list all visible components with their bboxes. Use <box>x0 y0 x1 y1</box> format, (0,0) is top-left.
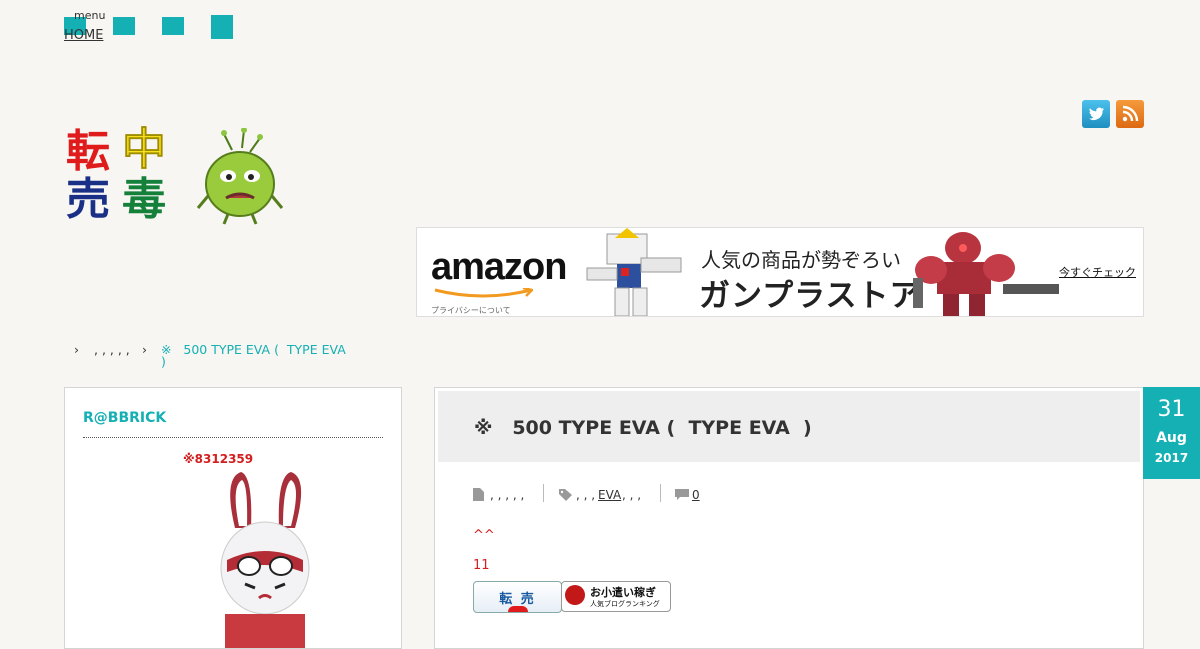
ad-privacy-link[interactable]: プライバシーについて <box>431 305 511 316</box>
date-day: 31 <box>1157 397 1186 422</box>
date-month: Aug <box>1156 430 1187 446</box>
nav-tab-3[interactable] <box>162 17 184 35</box>
gundam-figure-image <box>586 228 682 316</box>
meta-divider <box>543 484 544 502</box>
logo-char-4: 毒 <box>122 174 166 225</box>
meta-divider <box>660 484 661 502</box>
ranking-banner-subtitle: 人気ブログランキング <box>590 600 660 608</box>
amazon-ad-banner[interactable]: amazon プライバシーについて 人気の商品が勢ぞろい ガンプラストア 今すぐ… <box>416 227 1144 317</box>
post-header: ※ 500 TYPE EVA ( TYPE EVA ) <box>438 391 1140 462</box>
ranking-logo-icon <box>565 585 585 605</box>
date-year: 2017 <box>1154 451 1189 465</box>
post-tags-suffix[interactable]: , , , <box>622 488 641 502</box>
logo-char-2: 中 <box>122 124 167 175</box>
ranking-banner-mark <box>508 606 528 612</box>
breadcrumb-current: ※ 500 TYPE EVA ( TYPE EVA <box>161 342 346 357</box>
home-link[interactable]: HOME <box>64 28 103 43</box>
widget-title: R@BBRICK <box>83 410 167 426</box>
logo-char-3: 売 <box>66 174 110 225</box>
file-icon <box>473 488 484 501</box>
ad-store-name: ガンプラストア <box>699 278 922 314</box>
breadcrumb-category[interactable]: , , , , , <box>94 342 130 357</box>
ad-headline: 人気の商品が勢ぞろい <box>701 248 901 272</box>
breadcrumb-separator: › <box>142 342 147 357</box>
post-tags-prefix[interactable]: , , , <box>576 488 595 502</box>
blog-ranking-banner[interactable]: 転 売 <box>473 581 562 613</box>
post-categories[interactable]: , , , , , <box>490 488 524 502</box>
post-body-line: 11 <box>473 558 490 573</box>
blog-ranking-banner-2[interactable]: お小遣い稼ぎ 人気ブログランキング <box>561 581 671 612</box>
sidebar-widget: R@BBRICK ※8312359 <box>64 387 402 649</box>
post-date-badge: 31 Aug 2017 <box>1143 387 1200 479</box>
post-article: ※ 500 TYPE EVA ( TYPE EVA ) , , , , , , … <box>434 387 1144 649</box>
site-logo[interactable]: 転 中 売 毒 <box>66 126 176 226</box>
amazon-logo: amazon <box>431 246 567 288</box>
amazon-smile-icon <box>434 288 533 298</box>
tag-icon <box>559 489 572 501</box>
menu-label[interactable]: menu <box>74 9 105 22</box>
rss-icon[interactable] <box>1116 100 1144 128</box>
product-code: ※8312359 <box>183 452 254 466</box>
ranking-banner-text: 転 売 <box>499 592 536 607</box>
twitter-icon[interactable] <box>1082 100 1110 128</box>
rabbrick-figure-image[interactable] <box>215 468 315 648</box>
comment-icon <box>675 489 689 500</box>
virus-mascot-image <box>196 128 284 225</box>
ad-cta-link[interactable]: 今すぐチェック <box>1059 264 1136 280</box>
post-title: ※ 500 TYPE EVA ( TYPE EVA ) <box>474 417 812 439</box>
breadcrumb-current-cont: ) <box>161 354 166 369</box>
ranking-banner-title: お小遣い稼ぎ <box>590 586 656 599</box>
post-tag-link[interactable]: EVA <box>598 488 621 502</box>
nav-tab-4[interactable] <box>211 15 233 39</box>
post-body-line: ^^ <box>473 528 495 543</box>
logo-char-1: 転 <box>66 126 110 177</box>
zaku-figure-image <box>913 232 1059 316</box>
comment-count-link[interactable]: 0 <box>692 488 700 502</box>
nav-tab-2[interactable] <box>113 17 135 35</box>
breadcrumb-separator: › <box>74 342 79 357</box>
widget-divider <box>83 437 383 438</box>
